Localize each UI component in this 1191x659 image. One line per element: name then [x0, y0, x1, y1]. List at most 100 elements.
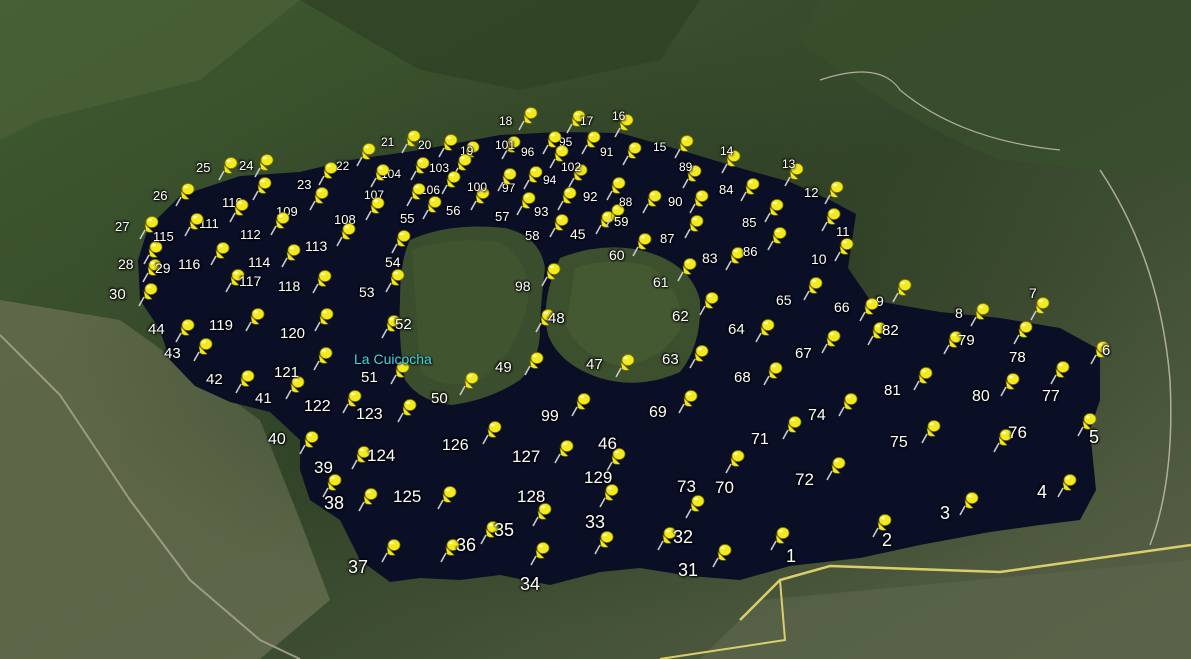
map-pin[interactable]: [892, 277, 914, 303]
map-pin[interactable]: [684, 213, 706, 239]
map-pin[interactable]: [1013, 319, 1035, 345]
map-pin[interactable]: [913, 365, 935, 391]
map-pin[interactable]: [518, 105, 540, 131]
map-pin[interactable]: [391, 228, 413, 254]
map-pin[interactable]: [358, 486, 380, 512]
map-pin[interactable]: [397, 397, 419, 423]
map-pin[interactable]: [803, 275, 825, 301]
map-pin[interactable]: [281, 242, 303, 268]
map-pin[interactable]: [218, 155, 240, 181]
map-pin[interactable]: [606, 175, 628, 201]
map-pin[interactable]: [314, 306, 336, 332]
map-pin[interactable]: [554, 438, 576, 464]
map-pin[interactable]: [615, 352, 637, 378]
map-pin[interactable]: [365, 195, 387, 221]
map-pin[interactable]: [821, 328, 843, 354]
map-pin[interactable]: [782, 414, 804, 440]
map-pin[interactable]: [175, 317, 197, 343]
map-pin[interactable]: [245, 306, 267, 332]
map-pin[interactable]: [523, 164, 545, 190]
pin-label: 115: [153, 228, 174, 244]
yellow-pushpin-icon: [764, 199, 784, 223]
map-pin[interactable]: [1057, 472, 1079, 498]
map-pin[interactable]: [826, 455, 848, 481]
yellow-pushpin-icon: [138, 283, 158, 307]
map-pin[interactable]: [459, 370, 481, 396]
map-pin[interactable]: [1000, 371, 1022, 397]
map-pin[interactable]: [524, 350, 546, 376]
map-pin[interactable]: [270, 210, 292, 236]
map-pin[interactable]: [370, 162, 392, 188]
map-pin[interactable]: [381, 537, 403, 563]
map-pin[interactable]: [497, 166, 519, 192]
map-pin[interactable]: [410, 155, 432, 181]
pin-label: 16: [612, 109, 626, 123]
pin-label: 98: [515, 278, 531, 294]
map-pin[interactable]: [318, 160, 340, 186]
map-pin[interactable]: [755, 317, 777, 343]
map-pin[interactable]: [406, 181, 428, 207]
map-pin[interactable]: [138, 281, 160, 307]
map-pin[interactable]: [824, 179, 846, 205]
pin-label: 100: [467, 180, 488, 194]
map-pin[interactable]: [530, 540, 552, 566]
pin-label: 113: [305, 238, 328, 254]
yellow-pushpin-icon: [677, 258, 697, 282]
map-pin[interactable]: [336, 221, 358, 247]
map-pin[interactable]: [1050, 359, 1072, 385]
map-pin[interactable]: [642, 188, 664, 214]
map-pin[interactable]: [712, 542, 734, 568]
map-pin[interactable]: [313, 345, 335, 371]
map-pin[interactable]: [685, 493, 707, 519]
map-pin[interactable]: [299, 429, 321, 455]
map-pin[interactable]: [959, 490, 981, 516]
map-pin[interactable]: [557, 185, 579, 211]
yellow-pushpin-icon: [245, 308, 265, 332]
map-pin[interactable]: [763, 360, 785, 386]
map-pin[interactable]: [622, 140, 644, 166]
map-pin[interactable]: [441, 169, 463, 195]
map-pin[interactable]: [767, 225, 789, 251]
map-pin[interactable]: [175, 181, 197, 207]
map-pin[interactable]: [581, 129, 603, 155]
map-pin[interactable]: [210, 240, 232, 266]
map-pin[interactable]: [921, 418, 943, 444]
map-pin[interactable]: [235, 368, 257, 394]
pin-label: 114: [248, 254, 271, 270]
map-pin[interactable]: [970, 301, 992, 327]
map-pin[interactable]: [689, 188, 711, 214]
map-pin[interactable]: [764, 197, 786, 223]
map-pin[interactable]: [594, 529, 616, 555]
map-pin[interactable]: [838, 391, 860, 417]
satellite-map[interactable]: 1 2 3 4 5 6 7 8 9 10 11 12 13 14 15 16 17 18 19 20 21 22 23 24 2…: [0, 0, 1191, 659]
map-pin[interactable]: [699, 290, 721, 316]
map-pin[interactable]: [184, 211, 206, 237]
map-pin[interactable]: [859, 296, 881, 322]
map-pin[interactable]: [632, 231, 654, 257]
pin-label: 80: [972, 388, 990, 405]
map-pin[interactable]: [571, 391, 593, 417]
yellow-pushpin-icon: [970, 303, 990, 327]
map-pin[interactable]: [437, 484, 459, 510]
pin-layer: 1 2 3 4 5 6 7 8 9 10 11 12 13 14 15 16 17 18 19 20 21 22 23 24 2…: [0, 0, 1191, 659]
pin-label: 120: [280, 324, 306, 342]
yellow-pushpin-icon: [252, 177, 272, 201]
map-pin[interactable]: [482, 419, 504, 445]
map-pin[interactable]: [740, 176, 762, 202]
map-pin[interactable]: [229, 197, 251, 223]
map-pin[interactable]: [549, 212, 571, 238]
pin-label: 75: [890, 434, 908, 451]
map-pin[interactable]: [677, 256, 699, 282]
map-pin[interactable]: [725, 448, 747, 474]
map-pin[interactable]: [678, 388, 700, 414]
map-pin[interactable]: [834, 236, 856, 262]
map-pin[interactable]: [252, 175, 274, 201]
map-pin[interactable]: [385, 267, 407, 293]
map-pin[interactable]: [309, 185, 331, 211]
map-pin[interactable]: [541, 261, 563, 287]
map-pin[interactable]: [674, 133, 696, 159]
map-pin[interactable]: [312, 268, 334, 294]
pin-label: 99: [541, 408, 559, 425]
map-pin[interactable]: [689, 343, 711, 369]
map-pin[interactable]: [401, 128, 423, 154]
